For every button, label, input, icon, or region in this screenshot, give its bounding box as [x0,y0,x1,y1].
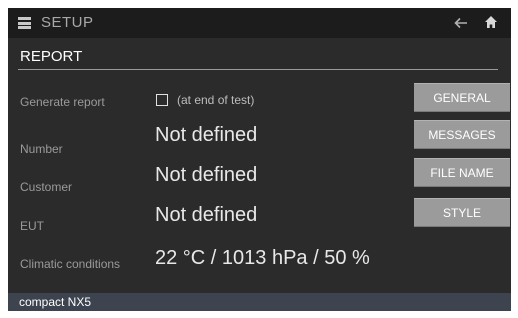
customer-label: Customer [20,180,73,194]
style-button[interactable]: STYLE [414,198,510,227]
page-title: SETUP [41,14,94,31]
title-bar: SETUP [8,8,511,38]
number-value[interactable]: Not defined [155,124,257,147]
customer-value[interactable]: Not defined [155,164,257,187]
section-divider [18,69,498,70]
general-button[interactable]: GENERAL [414,83,510,112]
generate-report-checkbox-label[interactable]: (at end of test) [177,93,254,107]
generate-report-label: Generate report [20,95,105,109]
number-label: Number [20,142,63,156]
messages-button[interactable]: MESSAGES [414,120,510,149]
climatic-conditions-value[interactable]: 22 °C / 1013 hPa / 50 % [155,247,370,270]
climatic-conditions-label: Climatic conditions [20,257,121,271]
device-name: compact NX5 [19,295,92,309]
eut-value[interactable]: Not defined [155,204,257,227]
section-title: REPORT [20,48,83,65]
setup-screen: SETUP REPORT Generate report (at end of … [8,8,511,311]
generate-report-checkbox[interactable] [156,94,168,106]
eut-label: EUT [20,219,44,233]
file-name-button[interactable]: FILE NAME [414,158,510,187]
home-icon[interactable] [484,15,498,29]
menu-icon[interactable] [18,17,31,29]
status-footer: compact NX5 [8,293,511,311]
back-arrow-icon[interactable] [454,16,468,30]
